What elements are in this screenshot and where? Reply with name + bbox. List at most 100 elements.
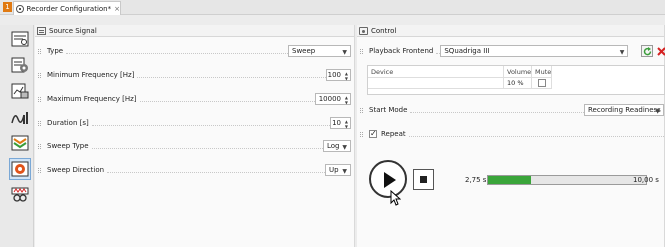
volume-cell[interactable]: 10 % — [504, 78, 532, 89]
mute-checkbox[interactable] — [537, 79, 546, 87]
control-panel: Control Playback Frontend SQuadriga III … — [357, 25, 665, 247]
chevron-down-icon: ▼ — [342, 49, 347, 56]
recorder-icon — [16, 4, 24, 13]
sweep-type-value: Log — [327, 142, 340, 150]
document-tab-bar: 1 Recorder Configuration* × — [0, 0, 665, 15]
analysis-icon — [11, 112, 28, 124]
list-icon — [37, 26, 46, 35]
settings-icon — [11, 57, 28, 73]
sweep-direction-dropdown[interactable]: Up ▼ — [325, 164, 351, 176]
grip-icon — [38, 167, 41, 173]
total-time: 10,00 s — [633, 176, 659, 184]
settings-tool-button[interactable] — [9, 54, 31, 76]
start-mode-dropdown[interactable]: Recording Readiness ▼ — [584, 104, 664, 116]
playback-frontend-row: Playback Frontend SQuadriga III ▼ — [357, 43, 664, 59]
sweep-direction-row: Sweep Direction Up ▼ — [35, 162, 354, 178]
device-table: Device Volume Mute 10 % — [367, 65, 665, 95]
remove-button[interactable] — [655, 45, 665, 57]
equalizer-tool-button[interactable] — [9, 132, 31, 154]
min-frequency-row: Minimum Frequency [Hz] 100 ▲ ▼ — [35, 67, 354, 83]
close-icon[interactable]: × — [114, 5, 120, 13]
min-frequency-value: 100 — [327, 71, 341, 79]
tab-recorder-configuration[interactable]: Recorder Configuration* × — [13, 1, 121, 15]
mute-cell — [532, 78, 552, 89]
max-frequency-value: 10000 — [318, 95, 341, 103]
grip-icon — [360, 131, 363, 137]
sweep-type-label: Sweep Type — [47, 142, 92, 150]
chevron-down-icon: ▼ — [655, 108, 660, 115]
playback-progress-bar[interactable] — [487, 175, 647, 185]
grip-icon — [360, 48, 363, 54]
refresh-button[interactable] — [641, 45, 653, 57]
progress-fill — [488, 176, 532, 184]
panel-header: Control — [357, 25, 664, 37]
start-mode-row: Start Mode Recording Readiness ▼ — [357, 102, 664, 118]
loop-icon — [11, 187, 29, 202]
max-frequency-row: Maximum Frequency [Hz] 10000 ▲ ▼ — [35, 91, 354, 107]
type-label: Type — [47, 47, 67, 55]
device-cell[interactable] — [368, 78, 504, 89]
chevron-down-icon: ▼ — [342, 144, 347, 151]
stop-button[interactable] — [413, 169, 434, 190]
loop-tool-button[interactable] — [9, 184, 31, 206]
play-button[interactable] — [369, 160, 407, 198]
record-icon — [11, 161, 29, 177]
type-dropdown[interactable]: Sweep ▼ — [288, 45, 351, 57]
tab-number-badge: 1 — [3, 2, 12, 12]
report-icon — [11, 83, 29, 99]
mouse-cursor-icon — [390, 190, 401, 206]
min-frequency-label: Minimum Frequency [Hz] — [47, 71, 138, 79]
close-icon — [656, 46, 665, 56]
recorder-icon — [11, 31, 29, 47]
spinner-arrows-icon[interactable]: ▲ ▼ — [345, 119, 348, 129]
equalizer-icon — [11, 135, 29, 151]
spinner-arrows-icon[interactable]: ▲ ▼ — [345, 71, 348, 81]
type-value: Sweep — [292, 47, 316, 55]
analysis-tool-button[interactable] — [9, 106, 31, 128]
playback-frontend-dropdown[interactable]: SQuadriga III ▼ — [440, 45, 629, 57]
refresh-icon — [643, 46, 651, 55]
chevron-down-icon: ▼ — [619, 49, 625, 56]
repeat-label: Repeat — [381, 130, 409, 138]
panel-title: Control — [371, 26, 397, 35]
recorder-active-tool-button[interactable] — [9, 158, 31, 180]
max-frequency-spinner[interactable]: 10000 ▲ ▼ — [315, 93, 351, 105]
column-header-device[interactable]: Device — [368, 66, 504, 78]
control-icon — [359, 26, 368, 35]
grip-icon — [38, 96, 41, 102]
grip-icon — [360, 107, 363, 113]
start-mode-value: Recording Readiness — [588, 106, 661, 114]
playback-frontend-label: Playback Frontend — [369, 47, 437, 55]
vertical-toolbar — [0, 25, 34, 247]
sweep-direction-label: Sweep Direction — [47, 166, 108, 174]
report-tool-button[interactable] — [9, 80, 31, 102]
max-frequency-label: Maximum Frequency [Hz] — [47, 95, 140, 103]
start-mode-label: Start Mode — [369, 106, 411, 114]
sweep-type-row: Sweep Type Log ▼ — [35, 138, 354, 154]
tab-title: Recorder Configuration* — [26, 4, 112, 13]
duration-row: Duration [s] 10 ▲ ▼ — [35, 115, 354, 131]
elapsed-time: 2,75 s — [465, 176, 487, 184]
type-row: Type Sweep ▼ — [35, 43, 354, 59]
grip-icon — [38, 143, 41, 149]
grip-icon — [38, 120, 41, 126]
source-signal-panel: Source Signal Type Sweep ▼ Minimum Frequ… — [35, 25, 355, 247]
recorder-tool-button[interactable] — [9, 28, 31, 50]
repeat-row: Repeat — [357, 126, 664, 142]
column-header-mute[interactable]: Mute — [532, 66, 552, 78]
grip-icon — [38, 48, 41, 54]
column-header-volume[interactable]: Volume — [504, 66, 532, 78]
repeat-checkbox[interactable] — [369, 129, 377, 138]
grip-icon — [38, 72, 41, 78]
duration-value: 10 — [332, 119, 341, 127]
spinner-arrows-icon[interactable]: ▲ ▼ — [345, 95, 348, 105]
duration-label: Duration [s] — [47, 119, 92, 127]
panel-header: Source Signal — [35, 25, 354, 37]
chevron-down-icon: ▼ — [342, 168, 347, 175]
sweep-type-dropdown[interactable]: Log ▼ — [323, 140, 351, 152]
panel-title: Source Signal — [49, 26, 97, 35]
sweep-direction-value: Up — [329, 166, 339, 174]
playback-frontend-value: SQuadriga III — [444, 47, 490, 55]
duration-spinner[interactable]: 10 ▲ ▼ — [330, 117, 351, 129]
min-frequency-spinner[interactable]: 100 ▲ ▼ — [326, 69, 351, 81]
